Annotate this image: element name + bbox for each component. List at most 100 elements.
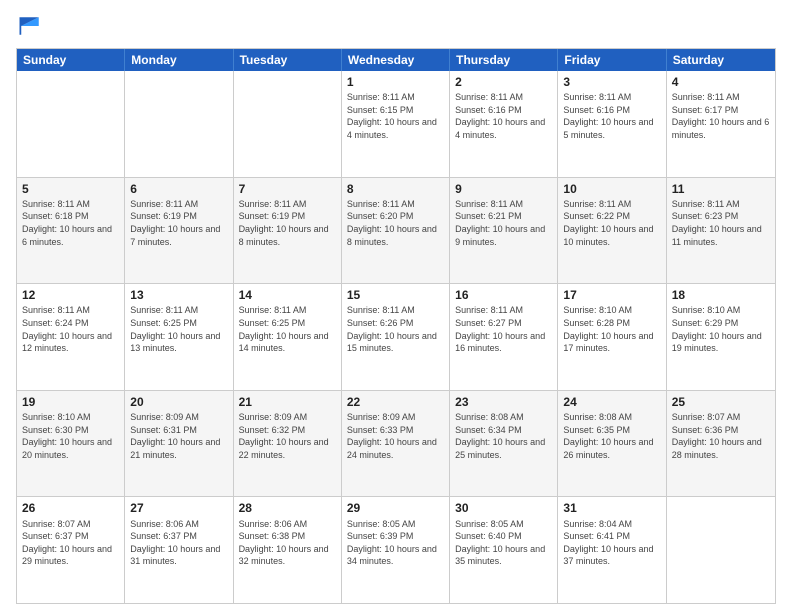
- day-info: Sunrise: 8:11 AM Sunset: 6:21 PM Dayligh…: [455, 198, 552, 248]
- calendar-week-2: 5Sunrise: 8:11 AM Sunset: 6:18 PM Daylig…: [17, 178, 775, 285]
- table-row: 5Sunrise: 8:11 AM Sunset: 6:18 PM Daylig…: [17, 178, 125, 284]
- table-row: 1Sunrise: 8:11 AM Sunset: 6:15 PM Daylig…: [342, 71, 450, 177]
- day-info: Sunrise: 8:05 AM Sunset: 6:40 PM Dayligh…: [455, 518, 552, 568]
- header-day-saturday: Saturday: [667, 49, 775, 71]
- logo-icon: [16, 12, 44, 40]
- day-number: 19: [22, 394, 119, 410]
- table-row: 3Sunrise: 8:11 AM Sunset: 6:16 PM Daylig…: [558, 71, 666, 177]
- header-day-friday: Friday: [558, 49, 666, 71]
- header-day-thursday: Thursday: [450, 49, 558, 71]
- table-row: 30 Sunrise: 8:05 AM Sunset: 6:40 PM Dayli…: [450, 497, 558, 603]
- day-info: Sunrise: 8:11 AM Sunset: 6:25 PM Dayligh…: [130, 304, 227, 354]
- table-row: 2Sunrise: 8:11 AM Sunset: 6:16 PM Daylig…: [450, 71, 558, 177]
- header-day-tuesday: Tuesday: [234, 49, 342, 71]
- day-number: 6: [130, 181, 227, 197]
- table-row: 7Sunrise: 8:11 AM Sunset: 6:19 PM Daylig…: [234, 178, 342, 284]
- day-info: Sunrise: 8:11 AM Sunset: 6:17 PM Dayligh…: [672, 91, 770, 141]
- day-number: 14: [239, 287, 336, 303]
- day-number: 4: [672, 74, 770, 90]
- calendar-week-5: 26Sunrise: 8:07 AM Sunset: 6:37 PM Dayli…: [17, 497, 775, 603]
- table-row: [17, 71, 125, 177]
- day-number: 11: [672, 181, 770, 197]
- day-info: Sunrise: 8:11 AM Sunset: 6:19 PM Dayligh…: [130, 198, 227, 248]
- day-number: 12: [22, 287, 119, 303]
- day-number: 2: [455, 74, 552, 90]
- day-info: Sunrise: 8:11 AM Sunset: 6:15 PM Dayligh…: [347, 91, 444, 141]
- table-row: 25Sunrise: 8:07 AM Sunset: 6:36 PM Dayli…: [667, 391, 775, 497]
- day-info: Sunrise: 8:08 AM Sunset: 6:35 PM Dayligh…: [563, 411, 660, 461]
- day-info: Sunrise: 8:09 AM Sunset: 6:32 PM Dayligh…: [239, 411, 336, 461]
- header-day-sunday: Sunday: [17, 49, 125, 71]
- table-row: 9Sunrise: 8:11 AM Sunset: 6:21 PM Daylig…: [450, 178, 558, 284]
- day-info: Sunrise: 8:07 AM Sunset: 6:37 PM Dayligh…: [22, 518, 119, 568]
- table-row: 28 Sunrise: 8:06 AM Sunset: 6:38 PM Dayli…: [234, 497, 342, 603]
- day-number: 9: [455, 181, 552, 197]
- table-row: 4Sunrise: 8:11 AM Sunset: 6:17 PM Daylig…: [667, 71, 775, 177]
- day-info: Sunrise: 8:11 AM Sunset: 6:16 PM Dayligh…: [455, 91, 552, 141]
- table-row: 21Sunrise: 8:09 AM Sunset: 6:32 PM Dayli…: [234, 391, 342, 497]
- table-row: 22Sunrise: 8:09 AM Sunset: 6:33 PM Dayli…: [342, 391, 450, 497]
- day-number: 22: [347, 394, 444, 410]
- day-number: 3: [563, 74, 660, 90]
- day-info: Sunrise: 8:11 AM Sunset: 6:24 PM Dayligh…: [22, 304, 119, 354]
- day-info: Sunrise: 8:09 AM Sunset: 6:31 PM Dayligh…: [130, 411, 227, 461]
- table-row: 31Sunrise: 8:04 AM Sunset: 6:41 PM Dayli…: [558, 497, 666, 603]
- header: [16, 12, 776, 40]
- day-number: 28: [239, 500, 336, 516]
- day-number: 17: [563, 287, 660, 303]
- day-info: Sunrise: 8:11 AM Sunset: 6:18 PM Dayligh…: [22, 198, 119, 248]
- day-info: Sunrise: 8:05 AM Sunset: 6:39 PM Dayligh…: [347, 518, 444, 568]
- day-number: 31: [563, 500, 660, 516]
- table-row: [125, 71, 233, 177]
- table-row: 23Sunrise: 8:08 AM Sunset: 6:34 PM Dayli…: [450, 391, 558, 497]
- calendar-week-4: 19Sunrise: 8:10 AM Sunset: 6:30 PM Dayli…: [17, 391, 775, 498]
- day-info: Sunrise: 8:06 AM Sunset: 6:38 PM Dayligh…: [239, 518, 336, 568]
- day-info: Sunrise: 8:07 AM Sunset: 6:36 PM Dayligh…: [672, 411, 770, 461]
- table-row: 14Sunrise: 8:11 AM Sunset: 6:25 PM Dayli…: [234, 284, 342, 390]
- day-info: Sunrise: 8:06 AM Sunset: 6:37 PM Dayligh…: [130, 518, 227, 568]
- day-number: 15: [347, 287, 444, 303]
- logo: [16, 12, 46, 40]
- day-number: 20: [130, 394, 227, 410]
- day-info: Sunrise: 8:11 AM Sunset: 6:23 PM Dayligh…: [672, 198, 770, 248]
- day-info: Sunrise: 8:10 AM Sunset: 6:28 PM Dayligh…: [563, 304, 660, 354]
- day-number: 18: [672, 287, 770, 303]
- table-row: 16Sunrise: 8:11 AM Sunset: 6:27 PM Dayli…: [450, 284, 558, 390]
- table-row: 10Sunrise: 8:11 AM Sunset: 6:22 PM Dayli…: [558, 178, 666, 284]
- table-row: 24Sunrise: 8:08 AM Sunset: 6:35 PM Dayli…: [558, 391, 666, 497]
- day-number: 30: [455, 500, 552, 516]
- day-number: 25: [672, 394, 770, 410]
- table-row: 11Sunrise: 8:11 AM Sunset: 6:23 PM Dayli…: [667, 178, 775, 284]
- table-row: 27 Sunrise: 8:06 AM Sunset: 6:37 PM Dayli…: [125, 497, 233, 603]
- table-row: 20Sunrise: 8:09 AM Sunset: 6:31 PM Dayli…: [125, 391, 233, 497]
- day-number: 23: [455, 394, 552, 410]
- day-info: Sunrise: 8:11 AM Sunset: 6:19 PM Dayligh…: [239, 198, 336, 248]
- day-info: Sunrise: 8:10 AM Sunset: 6:29 PM Dayligh…: [672, 304, 770, 354]
- day-number: 7: [239, 181, 336, 197]
- table-row: [667, 497, 775, 603]
- day-info: Sunrise: 8:11 AM Sunset: 6:16 PM Dayligh…: [563, 91, 660, 141]
- calendar-body: 1Sunrise: 8:11 AM Sunset: 6:15 PM Daylig…: [17, 71, 775, 603]
- header-day-wednesday: Wednesday: [342, 49, 450, 71]
- day-number: 21: [239, 394, 336, 410]
- table-row: 6Sunrise: 8:11 AM Sunset: 6:19 PM Daylig…: [125, 178, 233, 284]
- day-number: 16: [455, 287, 552, 303]
- day-info: Sunrise: 8:11 AM Sunset: 6:26 PM Dayligh…: [347, 304, 444, 354]
- table-row: 13Sunrise: 8:11 AM Sunset: 6:25 PM Dayli…: [125, 284, 233, 390]
- day-number: 1: [347, 74, 444, 90]
- day-info: Sunrise: 8:08 AM Sunset: 6:34 PM Dayligh…: [455, 411, 552, 461]
- day-number: 24: [563, 394, 660, 410]
- day-number: 27: [130, 500, 227, 516]
- table-row: 15Sunrise: 8:11 AM Sunset: 6:26 PM Dayli…: [342, 284, 450, 390]
- table-row: 18Sunrise: 8:10 AM Sunset: 6:29 PM Dayli…: [667, 284, 775, 390]
- header-day-monday: Monday: [125, 49, 233, 71]
- day-number: 10: [563, 181, 660, 197]
- table-row: 29Sunrise: 8:05 AM Sunset: 6:39 PM Dayli…: [342, 497, 450, 603]
- day-number: 8: [347, 181, 444, 197]
- calendar-header-row: SundayMondayTuesdayWednesdayThursdayFrid…: [17, 49, 775, 71]
- table-row: 19Sunrise: 8:10 AM Sunset: 6:30 PM Dayli…: [17, 391, 125, 497]
- day-number: 5: [22, 181, 119, 197]
- day-info: Sunrise: 8:09 AM Sunset: 6:33 PM Dayligh…: [347, 411, 444, 461]
- day-info: Sunrise: 8:11 AM Sunset: 6:25 PM Dayligh…: [239, 304, 336, 354]
- day-info: Sunrise: 8:11 AM Sunset: 6:22 PM Dayligh…: [563, 198, 660, 248]
